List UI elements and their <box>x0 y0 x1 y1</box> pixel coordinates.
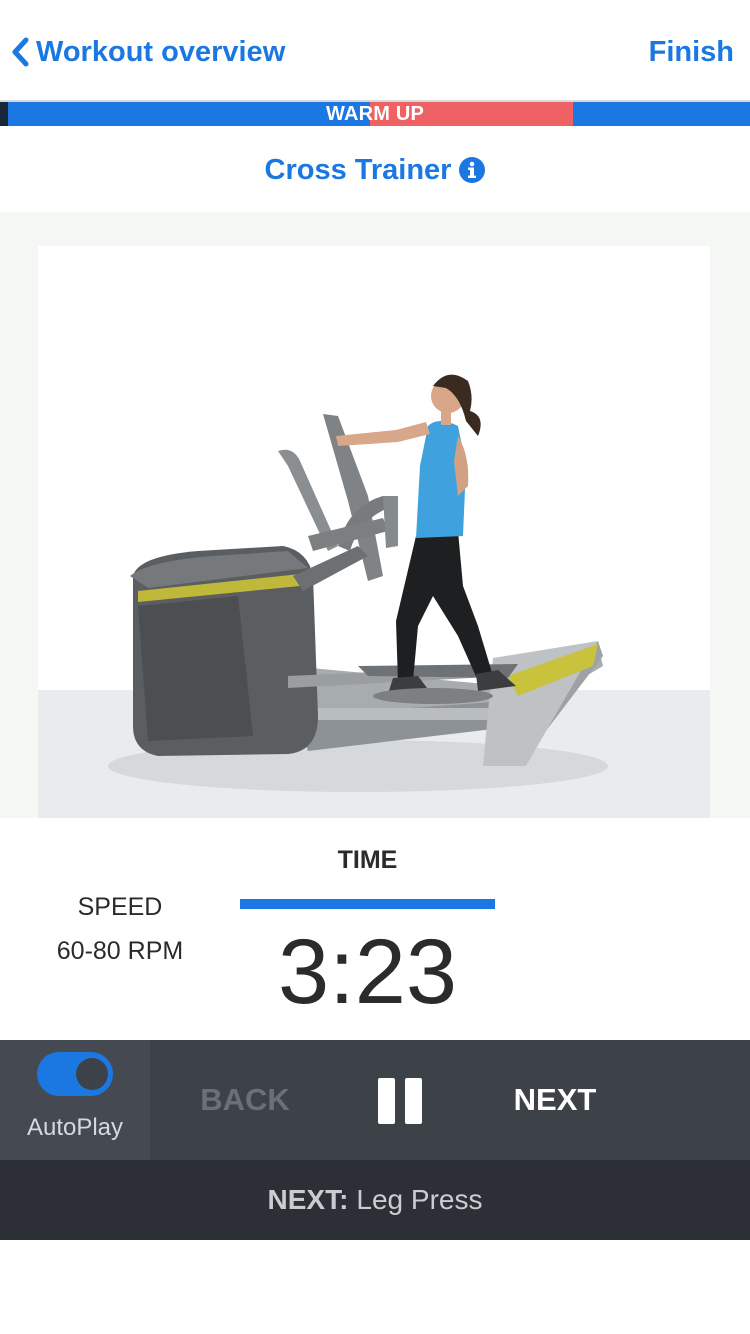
info-circle-icon[interactable] <box>459 157 486 183</box>
autoplay-label: AutoPlay <box>26 1114 124 1141</box>
finish-button[interactable]: Finish <box>649 30 734 74</box>
top-nav-bar: Workout overview Finish <box>0 0 750 100</box>
cross-trainer-illustration <box>108 374 608 792</box>
exercise-title: Cross Trainer <box>0 148 750 192</box>
autoplay-toggle[interactable] <box>37 1052 113 1096</box>
bottom-blank-area <box>0 1240 750 1334</box>
workout-overview-back-button[interactable]: Workout overview <box>10 30 285 74</box>
chevron-left-icon <box>12 37 29 67</box>
exercise-name: Cross Trainer <box>264 153 452 186</box>
next-button[interactable]: NEXT <box>490 1040 620 1160</box>
next-prefix: NEXT: <box>267 1184 349 1215</box>
back-button-label: Workout overview <box>36 35 286 68</box>
speed-label: SPEED <box>77 893 163 921</box>
pause-icon-bar <box>405 1078 422 1124</box>
playback-control-bar: AutoPlay BACK NEXT <box>0 1040 750 1160</box>
speed-value: 60-80 RPM <box>56 937 184 965</box>
stage-label: WARM UP <box>325 103 425 125</box>
pause-button[interactable] <box>370 1078 430 1124</box>
pause-icon <box>378 1078 395 1124</box>
toggle-knob <box>76 1058 108 1090</box>
next-exercise-name: Leg Press <box>356 1184 483 1215</box>
workout-progress-bar: WARM UP <box>0 100 750 126</box>
next-exercise-banner[interactable]: NEXT: Leg Press <box>0 1160 750 1240</box>
time-underline <box>240 899 495 909</box>
exercise-image <box>38 246 710 818</box>
autoplay-panel: AutoPlay <box>0 1040 150 1160</box>
exercise-media-area <box>0 212 750 818</box>
timer-countdown: 3:23 <box>277 921 458 1023</box>
time-label: TIME <box>337 846 398 874</box>
back-button[interactable]: BACK <box>175 1040 315 1160</box>
